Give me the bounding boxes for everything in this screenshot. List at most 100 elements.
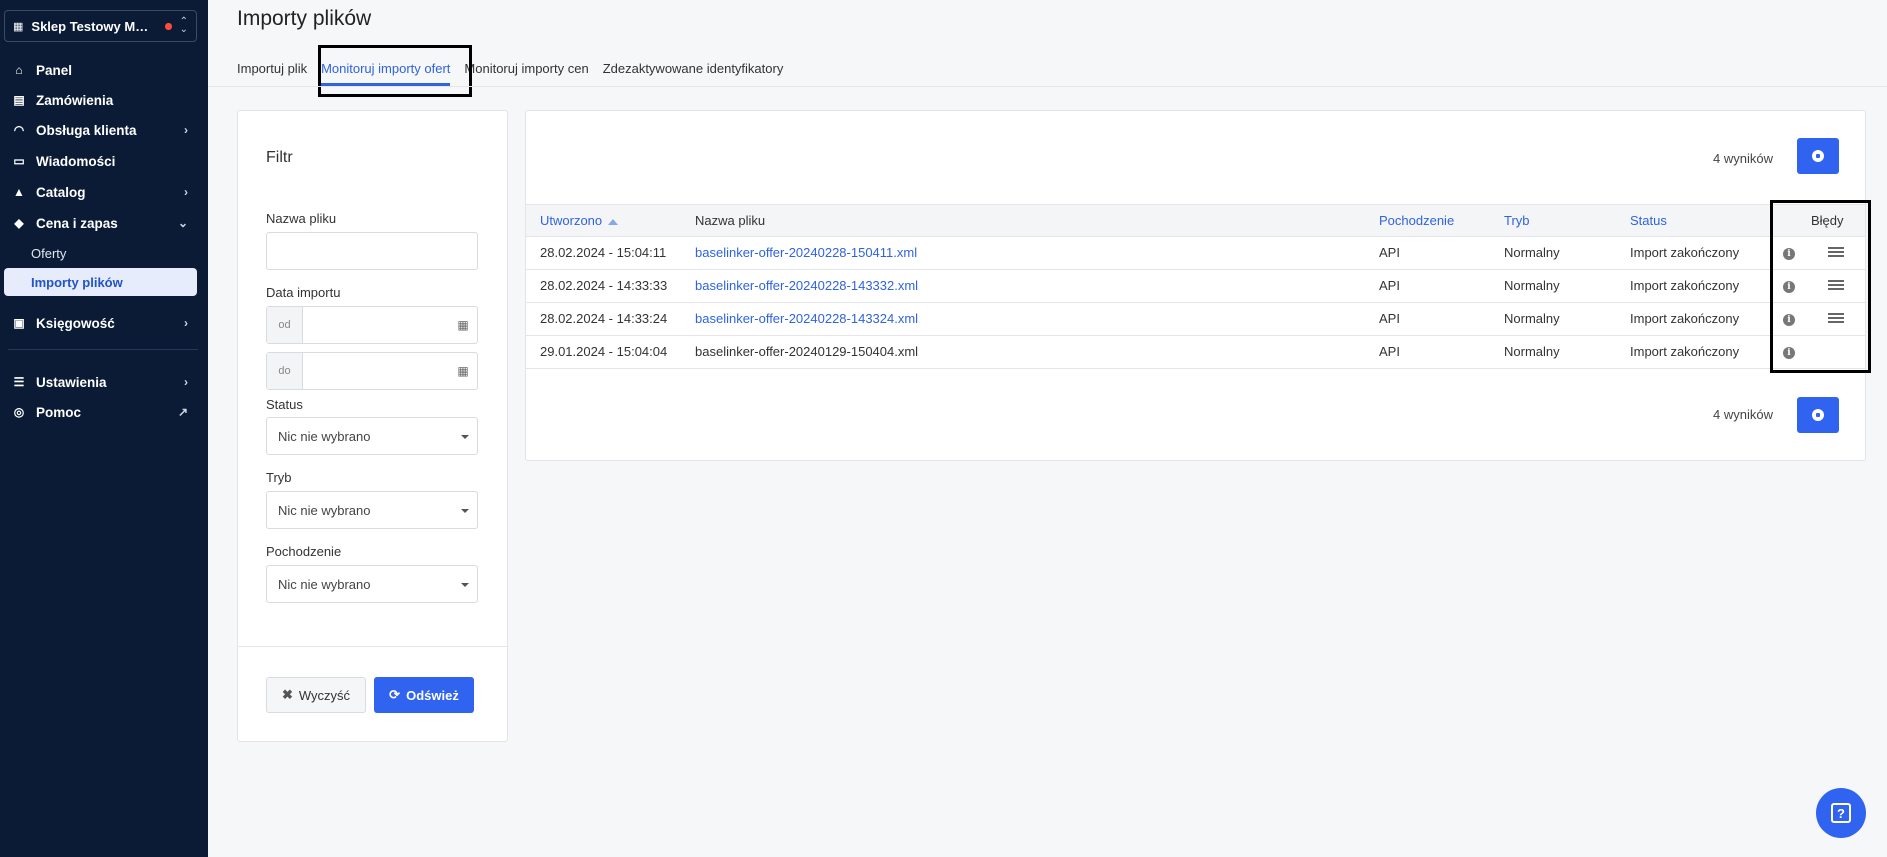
sidebar-item-label: Księgowość bbox=[36, 315, 115, 331]
close-icon: ✖ bbox=[281, 687, 293, 702]
sidebar-item-price-stock[interactable]: ◆ Cena i zapas ⌄ bbox=[0, 209, 208, 237]
filter-title: Filtr bbox=[266, 149, 293, 166]
column-header-origin[interactable]: Pochodzenie bbox=[1379, 205, 1454, 236]
table-row: 28.02.2024 - 14:33:33 baselinker-offer-2… bbox=[526, 270, 1865, 303]
date-from-input[interactable]: od ▦ bbox=[266, 306, 478, 344]
help-question-icon: ? bbox=[1831, 803, 1851, 823]
column-header-status[interactable]: Status bbox=[1630, 205, 1667, 236]
clipboard-icon: ▤ bbox=[13, 93, 25, 107]
page-title: Importy plików bbox=[237, 7, 372, 30]
column-header-label: Utworzono bbox=[540, 213, 603, 228]
sidebar-subitem-file-imports[interactable]: Importy plików bbox=[4, 268, 197, 296]
cell-origin: API bbox=[1379, 278, 1400, 293]
sidebar-item-customer-service[interactable]: ◠ Obsługa klienta › bbox=[0, 116, 208, 144]
catalog-icon: ▲ bbox=[13, 185, 25, 199]
sidebar-item-label: Zamówienia bbox=[36, 92, 114, 108]
sidebar-item-settings[interactable]: ☰ Ustawienia › bbox=[0, 368, 208, 396]
status-select-value: Nic nie wybrano bbox=[278, 428, 371, 444]
sidebar-item-catalog[interactable]: ▲ Catalog › bbox=[0, 178, 208, 206]
download-icon bbox=[1812, 150, 1824, 162]
file-name-input[interactable] bbox=[266, 232, 478, 270]
cell-mode: Normalny bbox=[1504, 278, 1560, 293]
origin-select[interactable]: Nic nie wybrano bbox=[266, 565, 478, 603]
sidebar-item-panel[interactable]: ⌂ Panel bbox=[0, 56, 208, 84]
cell-created: 29.01.2024 - 15:04:04 bbox=[540, 344, 668, 359]
cell-created: 28.02.2024 - 14:33:33 bbox=[540, 278, 668, 293]
tab-deactivated-ids[interactable]: Zdezaktywowane identyfikatory bbox=[603, 52, 790, 86]
sidebar-subitem-label: Oferty bbox=[31, 245, 67, 261]
column-header-mode[interactable]: Tryb bbox=[1504, 205, 1530, 236]
sidebar: ▦ Sklep Testowy MOD ... ⌃⌄ ⌂ Panel ▤ Zam… bbox=[0, 0, 208, 857]
table-row: 28.02.2024 - 14:33:24 baselinker-offer-2… bbox=[526, 303, 1865, 336]
refresh-icon: ⟳ bbox=[389, 687, 401, 702]
home-icon: ⌂ bbox=[15, 63, 23, 77]
chevron-right-icon: › bbox=[184, 123, 188, 137]
cell-status: Import zakończony bbox=[1630, 245, 1740, 260]
clear-button[interactable]: ✖ Wyczyść bbox=[266, 677, 366, 713]
sidebar-item-label: Catalog bbox=[36, 184, 86, 200]
store-status-dot bbox=[165, 22, 172, 30]
cell-created: 28.02.2024 - 15:04:11 bbox=[540, 245, 667, 260]
store-selector[interactable]: ▦ Sklep Testowy MOD ... ⌃⌄ bbox=[4, 10, 197, 42]
cell-file-link[interactable]: baselinker-offer-20240228-150411.xml bbox=[695, 237, 917, 269]
store-name: Sklep Testowy MOD ... bbox=[31, 18, 154, 34]
tab-monitor-price-imports[interactable]: Monitoruj importy cen bbox=[464, 52, 594, 86]
caret-down-icon bbox=[461, 435, 469, 439]
results-count-bottom: 4 wyników bbox=[1713, 407, 1773, 422]
chevron-updown-icon: ⌃ ⌄ bbox=[179, 16, 188, 35]
status-select[interactable]: Nic nie wybrano bbox=[266, 417, 478, 455]
mode-select[interactable]: Nic nie wybrano bbox=[266, 491, 478, 529]
table-row: 29.01.2024 - 15:04:04 baselinker-offer-2… bbox=[526, 336, 1865, 369]
calendar-icon: ▦ bbox=[457, 318, 469, 332]
export-button-top[interactable] bbox=[1797, 138, 1839, 174]
tab-highlight-box bbox=[318, 45, 472, 97]
date-from-prefix: od bbox=[267, 307, 303, 343]
results-panel: 4 wyników Utworzono Nazwa pliku Pochodze… bbox=[525, 110, 1866, 461]
origin-select-value: Nic nie wybrano bbox=[278, 576, 371, 592]
cell-origin: API bbox=[1379, 344, 1400, 359]
date-to-prefix: do bbox=[267, 353, 303, 389]
tab-import-file[interactable]: Importuj plik bbox=[237, 52, 313, 86]
status-label: Status bbox=[266, 397, 303, 412]
mode-label: Tryb bbox=[266, 470, 292, 485]
cell-origin: API bbox=[1379, 245, 1400, 260]
column-header-file-name: Nazwa pliku bbox=[695, 213, 766, 228]
sidebar-item-label: Pomoc bbox=[36, 404, 82, 420]
table-header: Utworzono Nazwa pliku Pochodzenie Tryb S… bbox=[526, 204, 1865, 237]
date-to-input[interactable]: do ▦ bbox=[266, 352, 478, 390]
column-header-created[interactable]: Utworzono bbox=[540, 205, 619, 236]
sidebar-item-label: Wiadomości bbox=[36, 153, 116, 169]
chevron-right-icon: › bbox=[184, 185, 188, 199]
cell-status: Import zakończony bbox=[1630, 344, 1740, 359]
cell-file-link[interactable]: baselinker-offer-20240228-143324.xml bbox=[695, 303, 918, 335]
export-button-bottom[interactable] bbox=[1797, 397, 1839, 433]
cell-file-link[interactable]: baselinker-offer-20240228-143332.xml bbox=[695, 270, 918, 302]
external-link-icon: ↗ bbox=[177, 405, 188, 419]
cell-file-name: baselinker-offer-20240129-150404.xml bbox=[695, 344, 919, 359]
chevron-down-icon: ⌄ bbox=[177, 216, 188, 230]
lifebuoy-icon: ◎ bbox=[13, 405, 25, 419]
sliders-icon: ☰ bbox=[13, 375, 25, 389]
cell-origin: API bbox=[1379, 311, 1400, 326]
sidebar-item-orders[interactable]: ▤ Zamówienia bbox=[0, 86, 208, 114]
mode-select-value: Nic nie wybrano bbox=[278, 502, 371, 518]
cell-mode: Normalny bbox=[1504, 344, 1560, 359]
accounting-icon: ▣ bbox=[13, 316, 25, 330]
sidebar-item-messages[interactable]: ▭ Wiadomości bbox=[0, 147, 208, 175]
sidebar-item-label: Obsługa klienta bbox=[36, 122, 137, 138]
cell-status: Import zakończony bbox=[1630, 311, 1740, 326]
clear-button-label: Wyczyść bbox=[298, 687, 351, 703]
filter-footer-divider bbox=[238, 646, 507, 647]
results-count-top: 4 wyników bbox=[1713, 151, 1773, 166]
refresh-button[interactable]: ⟳ Odśwież bbox=[374, 677, 474, 713]
sidebar-item-help[interactable]: ◎ Pomoc ↗ bbox=[0, 398, 208, 426]
help-chat-button[interactable]: ? bbox=[1816, 788, 1866, 838]
sidebar-subitem-offers[interactable]: Oferty bbox=[4, 239, 197, 267]
origin-label: Pochodzenie bbox=[266, 544, 342, 559]
header-divider bbox=[208, 86, 1887, 87]
sidebar-item-accounting[interactable]: ▣ Księgowość › bbox=[0, 309, 208, 337]
refresh-button-label: Odśwież bbox=[406, 687, 459, 703]
tag-icon: ◆ bbox=[14, 216, 24, 230]
cell-created: 28.02.2024 - 14:33:24 bbox=[540, 311, 668, 326]
chevron-right-icon: › bbox=[184, 316, 188, 330]
